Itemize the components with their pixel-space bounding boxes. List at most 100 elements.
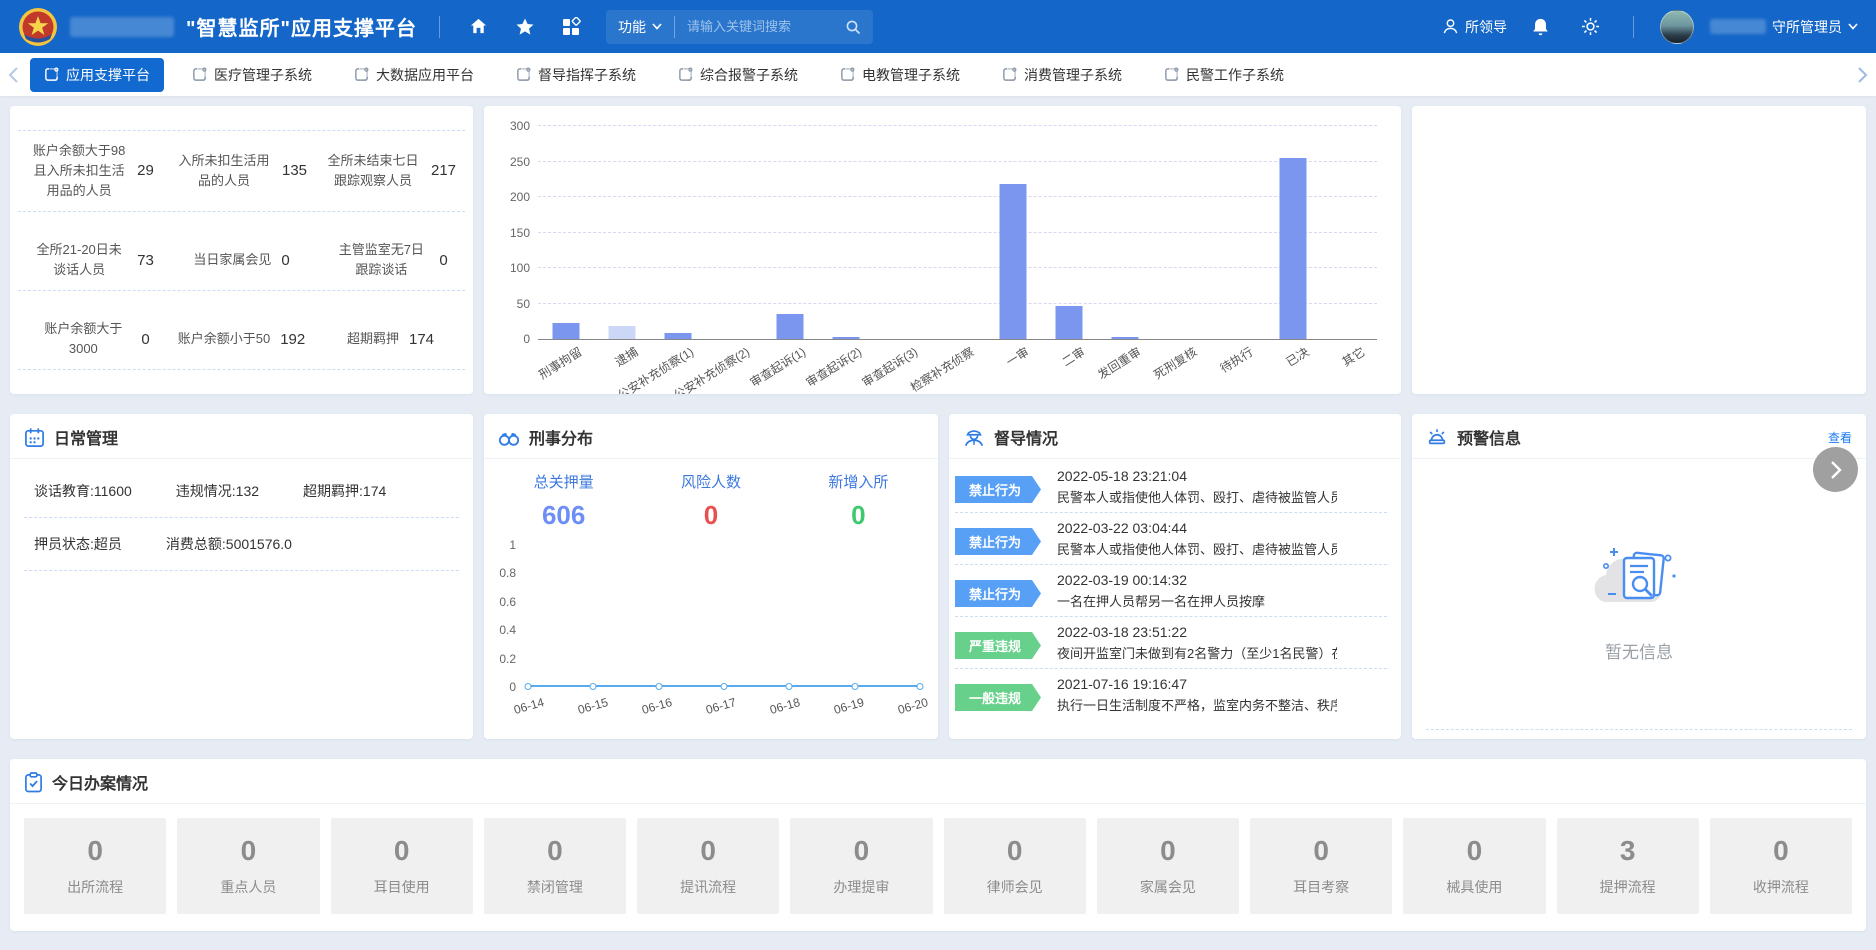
user-menu[interactable]: 守所管理员 bbox=[1710, 17, 1858, 37]
supervision-list-item[interactable]: 一般违规 2021-07-16 19:16:47 执行一日生活制度不严格，监室内… bbox=[955, 669, 1387, 720]
daily-stat: 违规情况:132 bbox=[176, 481, 259, 501]
y-axis-tick: 0.2 bbox=[499, 652, 516, 666]
subsystem-tab[interactable]: 电教管理子系统 bbox=[826, 58, 974, 92]
supervision-list-item[interactable]: 禁止行为 2022-03-22 03:04:44 民警本人或指使他人体罚、殴打、… bbox=[955, 513, 1387, 565]
supervision-list-item[interactable]: 禁止行为 2022-05-18 23:21:04 民警本人或指使他人体罚、殴打、… bbox=[955, 461, 1387, 513]
metric-label: 风险人数 bbox=[637, 471, 784, 492]
daily-stat: 谈话教育:11600 bbox=[34, 481, 132, 501]
bar-已决 bbox=[1280, 158, 1307, 339]
x-axis-label: 已决 bbox=[1283, 343, 1312, 370]
today-case-card[interactable]: 3 提押流程 bbox=[1557, 818, 1699, 914]
today-case-card[interactable]: 0 耳目使用 bbox=[331, 818, 473, 914]
subsystem-tab[interactable]: 大数据应用平台 bbox=[340, 58, 488, 92]
bar-slot: 检察补充侦察 bbox=[930, 126, 986, 339]
function-menu[interactable]: 功能 bbox=[618, 17, 662, 37]
panel-title: 今日办案情况 bbox=[52, 770, 148, 794]
search-icon[interactable] bbox=[845, 19, 861, 35]
violation-tag: 禁止行为 bbox=[955, 476, 1041, 503]
today-case-card[interactable]: 0 重点人员 bbox=[177, 818, 319, 914]
today-case-card[interactable]: 0 耳目考察 bbox=[1250, 818, 1392, 914]
metric-label: 总关押量 bbox=[490, 471, 637, 492]
notifications-bell-icon[interactable] bbox=[1523, 10, 1557, 44]
subsystem-icon bbox=[192, 67, 207, 82]
today-case-card[interactable]: 0 械具使用 bbox=[1403, 818, 1545, 914]
violation-time: 2022-05-18 23:21:04 bbox=[1057, 468, 1337, 484]
case-stage-bar-chart: 050100150200250300刑事拘留逮捕公安补充侦察(1)公安补充侦察(… bbox=[494, 118, 1383, 390]
stat-item[interactable]: 账户余额大于3000 0 bbox=[18, 317, 167, 361]
subsystem-tab[interactable]: 督导指挥子系统 bbox=[502, 58, 650, 92]
subsystem-tab[interactable]: 消费管理子系统 bbox=[988, 58, 1136, 92]
card-label: 收押流程 bbox=[1753, 877, 1809, 897]
today-case-card[interactable]: 0 家属会见 bbox=[1097, 818, 1239, 914]
x-axis-label: 发回重审 bbox=[1095, 343, 1145, 383]
bar-slot: 死刑复核 bbox=[1153, 126, 1209, 339]
card-value: 0 bbox=[1313, 835, 1329, 867]
stat-item[interactable]: 全所未结束七日跟踪观察人员 217 bbox=[316, 139, 465, 203]
today-case-card[interactable]: 0 提讯流程 bbox=[637, 818, 779, 914]
card-value: 0 bbox=[1467, 835, 1483, 867]
x-axis-label: 二审 bbox=[1059, 343, 1088, 370]
stat-label: 入所未扣生活用品的人员 bbox=[176, 151, 272, 191]
data-point bbox=[655, 683, 662, 690]
metric-value: 0 bbox=[785, 500, 932, 531]
tabs-scroll-right-icon[interactable] bbox=[1857, 53, 1868, 96]
card-label: 耳目考察 bbox=[1293, 877, 1349, 897]
bar-slot: 其它 bbox=[1321, 126, 1377, 339]
supervision-list-item[interactable]: 严重违规 2022-03-18 23:51:22 夜间开监室门未做到有2名警力（… bbox=[955, 617, 1387, 669]
subsystem-tab-bar: 应用支撑平台 医疗管理子系统 大数据应用平台 督导指 bbox=[0, 53, 1876, 96]
x-axis-label: 死刑复核 bbox=[1151, 343, 1201, 383]
stat-value: 217 bbox=[431, 162, 456, 179]
supervision-list-item[interactable]: 禁止行为 2022-03-19 00:14:32 一名在押人员帮另一名在押人员按… bbox=[955, 565, 1387, 617]
today-case-card[interactable]: 0 禁闭管理 bbox=[484, 818, 626, 914]
warning-info-panel: 预警信息 查看 bbox=[1412, 414, 1866, 739]
daily-stat: 消费总额:5001576.0 bbox=[166, 534, 292, 554]
home-icon[interactable] bbox=[462, 10, 496, 44]
stat-item[interactable]: 当日家属会见 0 bbox=[167, 238, 316, 282]
subsystem-tab[interactable]: 民警工作子系统 bbox=[1150, 58, 1298, 92]
stat-item[interactable]: 超期羁押 174 bbox=[316, 317, 465, 361]
tab-label: 综合报警子系统 bbox=[700, 65, 798, 85]
subsystem-icon bbox=[1164, 67, 1179, 82]
stat-item[interactable]: 账户余额大于98且入所未扣生活用品的人员 29 bbox=[18, 139, 167, 203]
apps-grid-icon[interactable] bbox=[554, 10, 588, 44]
today-case-card[interactable]: 0 收押流程 bbox=[1710, 818, 1852, 914]
stat-item[interactable]: 全所21-20日未谈话人员 73 bbox=[18, 238, 167, 282]
search-input[interactable] bbox=[687, 19, 837, 34]
stat-item[interactable]: 主管监室无7日跟踪谈话 0 bbox=[316, 238, 465, 282]
bar-slot: 已决 bbox=[1265, 126, 1321, 339]
police-emblem-logo bbox=[18, 7, 58, 47]
view-link[interactable]: 查看 bbox=[1828, 429, 1852, 446]
today-case-card[interactable]: 0 办理提审 bbox=[790, 818, 932, 914]
card-value: 0 bbox=[854, 835, 870, 867]
metric-value: 606 bbox=[490, 500, 637, 531]
stat-value: 192 bbox=[280, 331, 305, 348]
metric: 新增入所 0 bbox=[785, 471, 932, 531]
metric-value: 0 bbox=[637, 500, 784, 531]
calendar-icon bbox=[24, 427, 45, 448]
stat-item[interactable]: 入所未扣生活用品的人员 135 bbox=[167, 139, 316, 203]
role-switcher[interactable]: 所领导 bbox=[1442, 17, 1507, 37]
user-avatar[interactable] bbox=[1660, 10, 1694, 44]
stat-label: 当日家属会见 bbox=[193, 250, 271, 270]
subsystem-tab[interactable]: 综合报警子系统 bbox=[664, 58, 812, 92]
subsystem-icon bbox=[516, 67, 531, 82]
favorite-star-icon[interactable] bbox=[508, 10, 542, 44]
card-label: 办理提审 bbox=[833, 877, 889, 897]
stat-label: 主管监室无7日跟踪谈话 bbox=[333, 240, 429, 280]
today-case-card[interactable]: 0 出所流程 bbox=[24, 818, 166, 914]
stat-item[interactable]: 账户余额小于50 192 bbox=[167, 317, 316, 361]
settings-gear-icon[interactable] bbox=[1573, 10, 1607, 44]
violation-desc: 一名在押人员帮另一名在押人员按摩 bbox=[1057, 591, 1265, 610]
carousel-next-button[interactable] bbox=[1813, 447, 1858, 492]
redacted-org-name bbox=[70, 17, 174, 37]
bar-slot: 发回重审 bbox=[1097, 126, 1153, 339]
tab-label: 消费管理子系统 bbox=[1024, 65, 1122, 85]
card-value: 0 bbox=[1007, 835, 1023, 867]
subsystem-tab[interactable]: 应用支撑平台 bbox=[30, 58, 164, 92]
tabs-scroll-left-icon[interactable] bbox=[8, 53, 19, 96]
subsystem-tab[interactable]: 医疗管理子系统 bbox=[178, 58, 326, 92]
panel-title: 日常管理 bbox=[54, 425, 118, 449]
today-case-card[interactable]: 0 律师会见 bbox=[944, 818, 1086, 914]
x-axis-label: 06-20 bbox=[896, 695, 929, 717]
supervision-panel: 督导情况 禁止行为 2022-05-18 23:21:04 民警本人或指使他人体… bbox=[949, 414, 1401, 739]
